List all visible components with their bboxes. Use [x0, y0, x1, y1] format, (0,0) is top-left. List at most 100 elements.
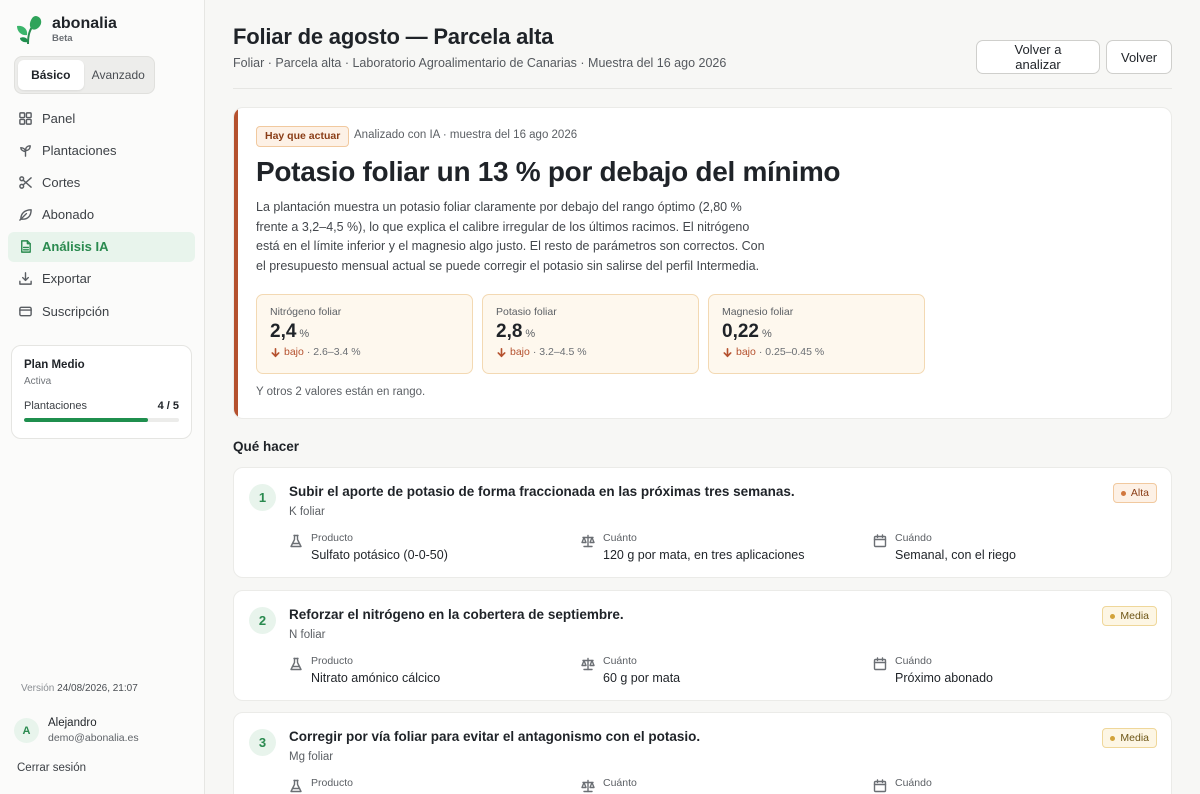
- calendar-icon: [873, 534, 887, 548]
- field-label: Cuándo: [895, 655, 932, 667]
- mode-toggle: Básico Avanzado: [14, 56, 155, 94]
- scale-icon: [581, 657, 595, 671]
- sprout-icon: [20, 144, 31, 157]
- metric-status-label: bajo: [510, 346, 530, 358]
- priority-badge: Alta: [1112, 483, 1157, 503]
- plan-usage-row: Plantaciones 4 / 5: [24, 400, 179, 412]
- flask-icon: [290, 534, 302, 548]
- sidebar-item-abonado[interactable]: Abonado: [8, 200, 195, 230]
- action-when: Cuándo: [873, 777, 932, 793]
- arrow-down-icon: [497, 347, 506, 357]
- metric-number: 0,22: [722, 321, 759, 342]
- version-value: 24/08/2026, 21:07: [57, 683, 138, 694]
- logout-link[interactable]: Cerrar sesión: [17, 762, 86, 774]
- version-label: Versión: [21, 683, 55, 694]
- field-label: Producto: [311, 655, 354, 667]
- sidebar-item-suscripcion[interactable]: Suscripción: [8, 296, 195, 326]
- mode-advanced-button[interactable]: Avanzado: [86, 60, 152, 90]
- plan-progress-bar: [24, 418, 179, 422]
- plan-usage-value: 4 / 5: [157, 400, 179, 412]
- action-product: Producto Nitrato amónico cálcico: [289, 655, 440, 685]
- scale-icon: [581, 534, 595, 548]
- actions-section-title: Qué hacer: [233, 439, 300, 454]
- metric-label: Potasio foliar: [496, 306, 557, 318]
- analysis-meta: Analizado con IA · muestra del 16 ago 20…: [354, 129, 578, 141]
- scale-icon: [581, 779, 595, 793]
- field-label: Cuánto: [603, 655, 637, 667]
- metric-card-magnesium: Magnesio foliar 0,22% bajo · 0.25–0.45 %: [708, 294, 925, 374]
- user-email: demo@abonalia.es: [48, 732, 139, 744]
- sidebar: abonalia Beta Básico Avanzado Panel Plan…: [0, 0, 205, 794]
- user-profile[interactable]: A Alejandro demo@abonalia.es: [14, 717, 139, 744]
- metric-unit: %: [525, 328, 536, 340]
- plan-usage-label: Plantaciones: [24, 400, 87, 412]
- field-label: Cuándo: [895, 777, 932, 789]
- action-product: Producto: [289, 777, 353, 793]
- in-range-note: Y otros 2 valores están en rango.: [256, 386, 426, 398]
- summary-title: Potasio foliar un 13 % por debajo del mí…: [256, 156, 841, 187]
- sidebar-item-cortes[interactable]: Cortes: [8, 167, 195, 197]
- field-value: Semanal, con el riego: [895, 548, 1016, 562]
- metric-unit: %: [761, 328, 772, 340]
- metric-unit: %: [299, 328, 310, 340]
- action-card[interactable]: 2 Reforzar el nitrógeno en la cobertera …: [233, 590, 1172, 701]
- brand[interactable]: abonalia Beta: [14, 14, 117, 46]
- action-title: Reforzar el nitrógeno en la cobertera de…: [289, 607, 624, 622]
- sidebar-item-panel[interactable]: Panel: [8, 103, 195, 133]
- scissors-icon: [19, 176, 32, 189]
- back-button[interactable]: Volver: [1106, 40, 1172, 74]
- sidebar-item-label: Panel: [42, 110, 76, 126]
- reanalyze-button[interactable]: Volver a analizar: [976, 40, 1100, 74]
- plan-status: Activa: [24, 376, 52, 387]
- leaf-icon: [19, 209, 32, 221]
- action-number: 1: [249, 484, 276, 511]
- metric-status: bajo · 0.25–0.45 %: [722, 346, 911, 358]
- sidebar-item-label: Análisis IA: [42, 239, 109, 255]
- priority-badge: Media: [1102, 606, 1157, 626]
- action-number: 3: [249, 729, 276, 756]
- sidebar-item-label: Exportar: [42, 271, 92, 287]
- download-icon: [19, 272, 32, 286]
- metric-value: 2,4%: [270, 321, 459, 343]
- plan-progress-fill: [24, 418, 148, 422]
- metric-status-label: bajo: [736, 346, 756, 358]
- metric-range: · 3.2–4.5 %: [532, 346, 587, 358]
- app-name: abonalia: [52, 15, 117, 32]
- metric-number: 2,8: [496, 321, 523, 342]
- metric-label: Nitrógeno foliar: [270, 306, 342, 318]
- header-divider: [233, 88, 1172, 89]
- metric-range: · 0.25–0.45 %: [758, 346, 825, 358]
- beta-tag: Beta: [52, 33, 73, 44]
- action-card[interactable]: 1 Subir el aporte de potasio de forma fr…: [233, 467, 1172, 578]
- user-name: Alejandro: [48, 717, 97, 729]
- sidebar-item-analisis-ia[interactable]: Análisis IA: [8, 231, 195, 262]
- field-value: 60 g por mata: [603, 671, 681, 685]
- main-content: Foliar de agosto — Parcela alta Foliar ·…: [205, 0, 1200, 794]
- plan-name: Plan Medio: [24, 359, 85, 371]
- action-amount: Cuánto: [581, 777, 637, 793]
- sidebar-item-exportar[interactable]: Exportar: [8, 264, 195, 294]
- calendar-icon: [873, 657, 887, 671]
- warning-accent-bar: [234, 108, 238, 418]
- summary-text: La plantación muestra un potasio foliar …: [256, 200, 765, 273]
- action-number: 2: [249, 607, 276, 634]
- metric-label: Magnesio foliar: [722, 306, 794, 318]
- sidebar-item-label: Cortes: [42, 174, 81, 190]
- card-icon: [19, 306, 32, 317]
- priority-badge: Media: [1102, 728, 1157, 748]
- action-nutrient: N foliar: [289, 629, 326, 641]
- field-value: Nitrato amónico cálcico: [311, 671, 441, 685]
- field-label: Cuánto: [603, 532, 637, 544]
- flask-icon: [290, 657, 302, 671]
- action-card[interactable]: 3 Corregir por vía foliar para evitar el…: [233, 712, 1172, 794]
- sidebar-item-plantaciones[interactable]: Plantaciones: [8, 135, 195, 165]
- action-amount: Cuánto 120 g por mata, en tres aplicacion…: [581, 532, 805, 562]
- grid-icon: [19, 111, 32, 125]
- breadcrumb: Foliar · Parcela alta · Laboratorio Agro…: [233, 56, 727, 70]
- plan-card: Plan Medio Activa Plantaciones 4 / 5: [11, 345, 192, 439]
- action-product: Producto Sulfato potásico (0-0-50): [289, 532, 448, 562]
- page-title: Foliar de agosto — Parcela alta: [233, 24, 554, 49]
- field-label: Cuánto: [603, 777, 637, 789]
- metric-range: · 2.6–3.4 %: [306, 346, 361, 358]
- mode-basic-button[interactable]: Básico: [18, 60, 84, 90]
